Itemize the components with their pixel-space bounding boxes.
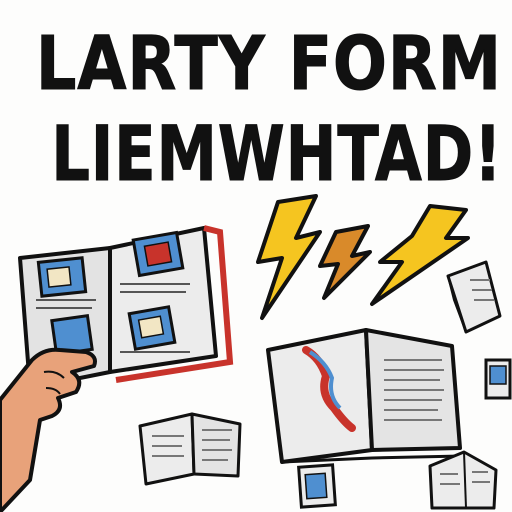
open-book-icon [484, 358, 512, 400]
open-book-icon [297, 463, 337, 509]
illustration [0, 194, 512, 512]
open-book-icon [138, 412, 242, 486]
open-book-icon [428, 450, 498, 510]
lightning-bolt-icon [318, 224, 372, 300]
open-book-icon [446, 260, 502, 334]
lightning-bolt-icon [256, 194, 322, 320]
poster: LARTY FORM LIEMWHTAD! [0, 0, 512, 512]
open-book-icon [266, 328, 463, 464]
